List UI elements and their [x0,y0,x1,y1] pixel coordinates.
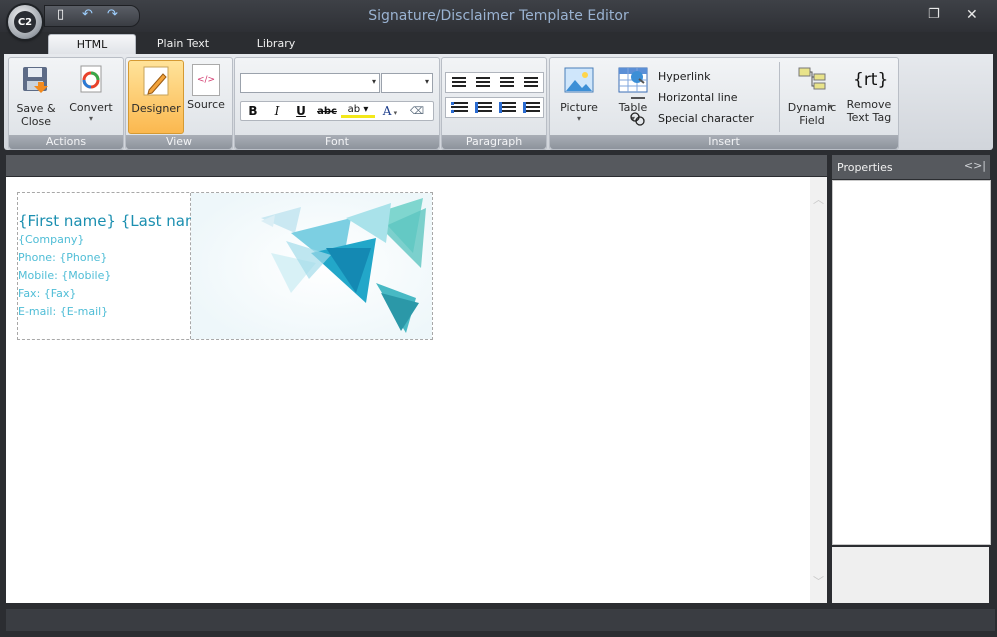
font-format-bar: B I U abc ab ▾ A ▾ ⌫ [240,101,434,121]
signature-table[interactable]: {First name} {Last name} {Company} Phone… [17,192,433,340]
remove-text-tag-label: Remove Text Tag [846,98,892,124]
chevron-down-icon: ▾ [576,114,581,123]
tab-plain-text[interactable]: Plain Text [145,34,221,54]
remove-text-tag-button[interactable]: {rt} Remove Text Tag [844,60,894,132]
save-close-label: Save & Close [16,102,56,128]
group-label-font: Font [235,135,439,149]
source-button[interactable]: </> Source [184,60,228,132]
horizontal-line-button[interactable]: Horizontal line [631,88,738,108]
design-canvas[interactable]: {First name} {Last name} {Company} Phone… [6,177,810,603]
source-code-icon: </> [192,64,220,96]
decrease-indent-icon[interactable] [496,99,518,116]
properties-grid[interactable] [832,180,991,545]
group-paragraph: Paragraph [441,57,547,150]
hyperlink-button[interactable]: Hyperlink [631,67,711,87]
group-font: ▾ ▾ B I U abc ab ▾ A ▾ ⌫ Font [234,57,440,150]
window-title: Signature/Disclaimer Template Editor [368,8,629,24]
insert-divider [779,62,780,132]
app-logo-icon: C2 [14,11,36,33]
underline-button[interactable]: U [289,104,313,118]
special-character-button[interactable]: Special character [630,109,754,129]
save-close-button[interactable]: Save & Close [11,60,61,132]
signature-fax[interactable]: Fax: {Fax} [18,287,76,300]
signature-image-cell[interactable] [191,193,432,339]
signature-company[interactable]: {Company} [18,233,84,246]
group-label-paragraph: Paragraph [442,135,546,149]
convert-dropdown-icon: ▾ [88,114,93,123]
designer-label: Designer [131,102,181,115]
font-size-combo[interactable]: ▾ [381,73,433,93]
editor-header-bar [6,155,827,176]
collapse-panel-icon[interactable]: <>| [964,159,986,172]
highlight-label: ab [347,104,361,115]
status-bar [6,609,995,631]
clear-format-icon[interactable]: ⌫ [405,106,429,117]
ribbon: Save & Close Convert ▾ Actions Designer … [4,54,993,150]
picture-button[interactable]: Picture ▾ [554,60,604,132]
editor-vertical-scrollbar[interactable]: ︿ ﹀ [810,177,827,603]
designer-pencil-icon [143,66,169,96]
hyperlink-globe-icon [631,71,645,84]
picture-icon [564,67,594,93]
chevron-down-icon: ▾ [424,77,429,86]
numbered-list-icon[interactable] [472,99,494,116]
chevron-down-icon: ▾ [371,77,376,86]
scroll-up-icon[interactable]: ︿ [813,191,824,207]
alignment-bar [445,72,544,93]
signature-phone[interactable]: Phone: {Phone} [18,251,107,264]
font-name-combo[interactable]: ▾ [240,73,380,93]
properties-header: Properties <>| [832,155,990,179]
group-label-insert: Insert [550,135,898,149]
align-left-icon[interactable] [448,74,470,91]
tab-html[interactable]: HTML [48,34,136,55]
properties-description-area [832,547,989,603]
save-close-icon [23,67,48,93]
justify-icon[interactable] [520,74,542,91]
application-menu-button[interactable]: C2 [8,5,42,39]
signature-name[interactable]: {First name} {Last name} [18,212,218,230]
dynamic-field-button[interactable]: Dynamic Field ▾ [784,60,840,132]
italic-button[interactable]: I [265,104,289,118]
group-label-view: View [126,135,232,149]
hyperlink-label: Hyperlink [658,70,711,83]
signature-email[interactable]: E-mail: {E-mail} [18,305,108,318]
chevron-down-icon: ▾ [828,102,833,111]
highlight-button[interactable]: ab ▾ [341,104,375,118]
source-label: Source [187,98,225,111]
signature-text-cell[interactable]: {First name} {Last name} {Company} Phone… [18,193,218,339]
group-view: Designer </> Source View [125,57,233,150]
special-character-label: Special character [658,112,754,125]
align-center-icon[interactable] [472,74,494,91]
scroll-down-icon[interactable]: ﹀ [813,573,824,589]
convert-icon [80,65,102,93]
special-character-icon [630,112,645,126]
convert-button[interactable]: Convert ▾ [65,60,117,132]
list-bar [445,97,544,118]
group-insert: Picture ▾ Table ▾ Hyperlink Horizontal l… [549,57,899,150]
properties-title: Properties [837,161,893,174]
group-actions: Save & Close Convert ▾ Actions [8,57,124,150]
geometric-banner-image [191,193,432,339]
group-label-actions: Actions [9,135,123,149]
horizontal-line-label: Horizontal line [658,91,738,104]
increase-indent-icon[interactable] [520,99,542,116]
ribbon-tabs: HTML Plain Text Library [0,32,997,55]
title-bar: ▯ ↶ ↷ Signature/Disclaimer Template Edit… [0,0,997,32]
restore-icon[interactable]: ❐ [928,7,940,22]
signature-mobile[interactable]: Mobile: {Mobile} [18,269,111,282]
dynamic-field-icon [798,67,826,90]
picture-label: Picture [560,101,598,114]
horizontal-line-icon [631,97,645,99]
font-color-button[interactable]: A ▾ [375,104,405,118]
bold-button[interactable]: B [241,104,265,118]
tab-library[interactable]: Library [240,34,312,54]
align-right-icon[interactable] [496,74,518,91]
close-icon[interactable]: ✕ [966,7,978,23]
strikethrough-button[interactable]: abc [313,106,341,117]
designer-button[interactable]: Designer [128,60,184,134]
bulleted-list-icon[interactable] [448,99,470,116]
rt-tag-icon: {rt} [853,70,889,90]
convert-label: Convert [69,101,113,114]
